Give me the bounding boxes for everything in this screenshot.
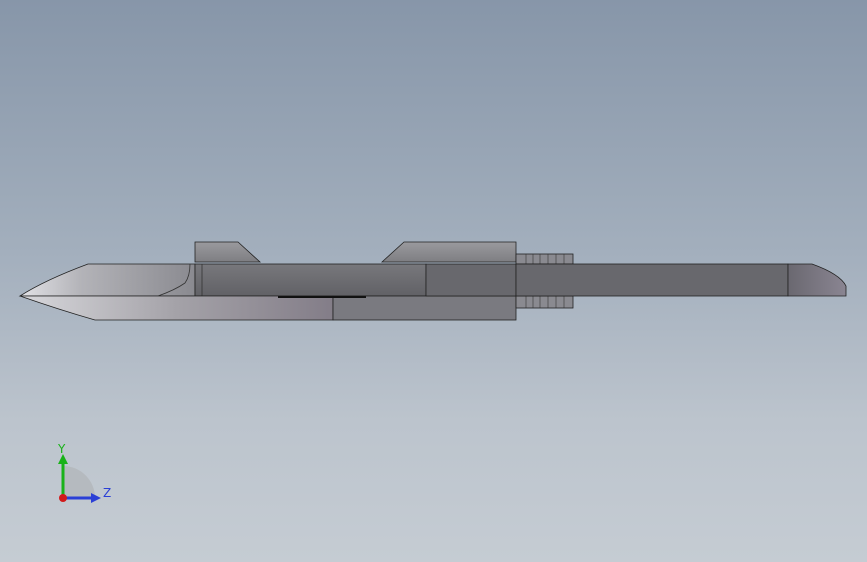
y-axis-label: Y xyxy=(57,442,66,456)
graphics-viewport[interactable]: Y Z xyxy=(0,0,867,562)
z-axis-label: Z xyxy=(103,486,111,500)
upper-jaw-tip[interactable] xyxy=(18,263,196,297)
reference-triad: Y Z xyxy=(57,442,111,503)
knurled-nut-upper[interactable] xyxy=(515,253,574,265)
triad-plane xyxy=(63,466,95,498)
shaft[interactable] xyxy=(515,263,789,297)
main-body-upper[interactable] xyxy=(194,263,427,297)
shaft-tail-end[interactable] xyxy=(787,263,847,297)
lower-body-block[interactable] xyxy=(332,295,517,321)
upper-wedge-left[interactable] xyxy=(194,241,262,263)
knurled-nut-lower[interactable] xyxy=(515,295,574,309)
model-view[interactable] xyxy=(0,0,867,562)
x-axis-dot-icon xyxy=(59,494,67,502)
lower-jaw[interactable] xyxy=(19,295,334,321)
z-axis-arrow-icon xyxy=(91,493,101,503)
upper-wedge-right[interactable] xyxy=(380,241,517,263)
middle-body[interactable] xyxy=(425,263,517,297)
